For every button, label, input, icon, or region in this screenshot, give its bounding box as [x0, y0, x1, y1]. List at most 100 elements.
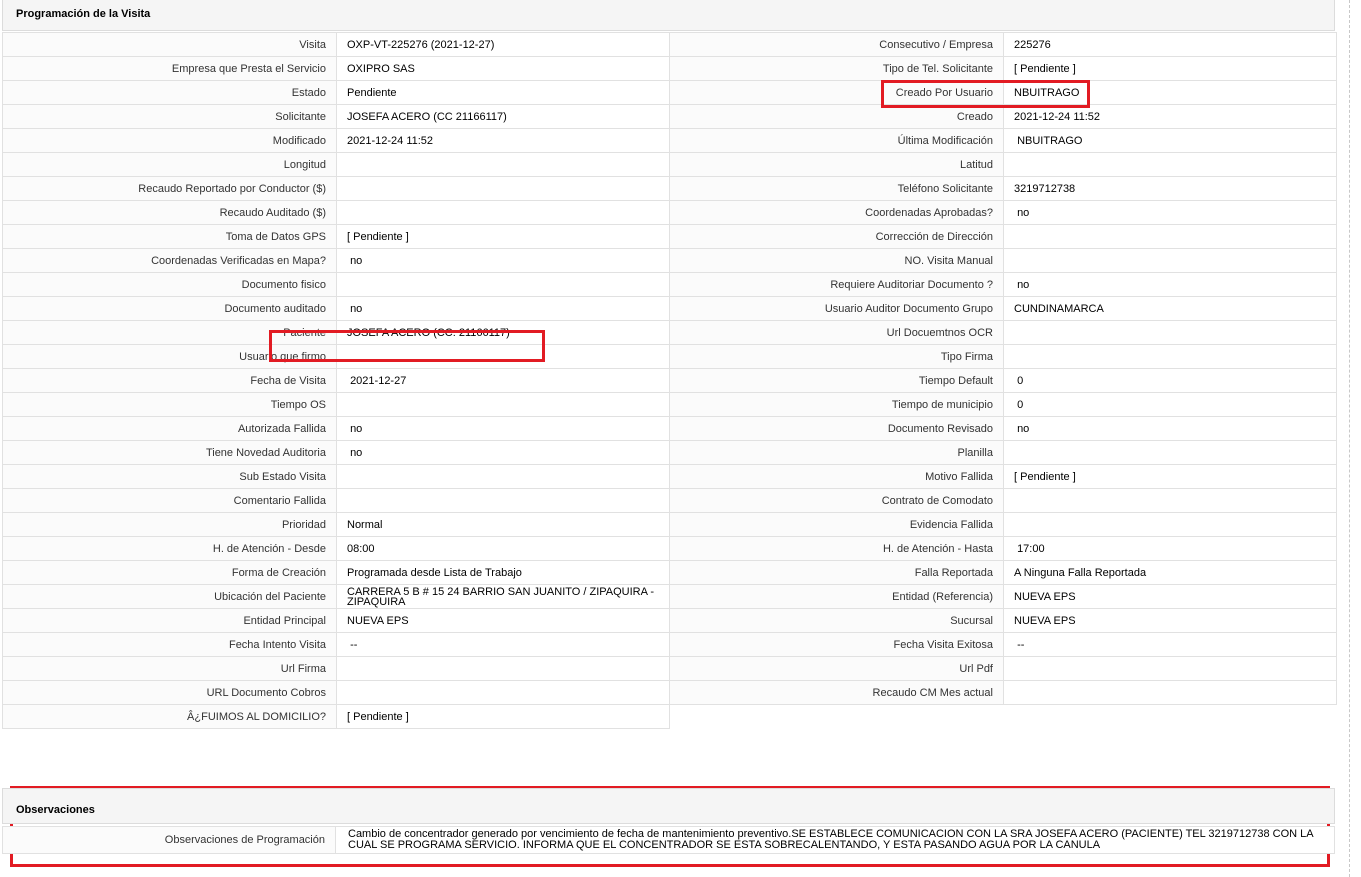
- field-value: [ Pendiente ]: [1003, 464, 1337, 489]
- field-label: Última Modificación: [669, 128, 1004, 153]
- field-label: Documento auditado: [2, 296, 337, 321]
- field-label: Evidencia Fallida: [669, 512, 1004, 537]
- field-value: OXIPRO SAS: [336, 56, 670, 81]
- table-row: Empresa que Presta el Servicio OXIPRO SAS…: [2, 56, 1337, 81]
- field-label: Ubicación del Paciente: [2, 584, 337, 609]
- field-value: [1003, 656, 1337, 681]
- field-label: Tipo de Tel. Solicitante: [669, 56, 1004, 81]
- field-value: 17:00: [1003, 536, 1337, 561]
- field-value: [336, 176, 670, 201]
- field-value: no: [336, 248, 670, 273]
- field-value: CUNDINAMARCA: [1003, 296, 1337, 321]
- empty-cell: [1004, 705, 1337, 729]
- observaciones-label: Observaciones de Programación: [3, 827, 336, 853]
- table-row: H. de Atención - Desde 08:00 H. de Atenció…: [2, 536, 1337, 561]
- field-value: [336, 344, 670, 369]
- field-value: no: [336, 440, 670, 465]
- table-row: Paciente JOSEFA ACERO (CC: 21166117) Url D…: [2, 320, 1337, 345]
- field-label: Fecha de Visita: [2, 368, 337, 393]
- field-label: Entidad (Referencia): [669, 584, 1004, 609]
- field-label: Estado: [2, 80, 337, 105]
- table-row: URL Documento Cobros Recaudo CM Mes actua…: [2, 680, 1337, 705]
- field-value: no: [336, 296, 670, 321]
- field-value: NBUITRAGO: [1003, 80, 1337, 105]
- field-value: [336, 680, 670, 705]
- field-value: 0: [1003, 392, 1337, 417]
- table-row: Toma de Datos GPS[ Pendiente ] Corrección…: [2, 224, 1337, 249]
- table-row: Fecha Intento Visita -- Fecha Visita Exit…: [2, 632, 1337, 657]
- table-row: Visita OXP-VT-225276 (2021-12-27) Consecut…: [2, 32, 1337, 57]
- field-label: Empresa que Presta el Servicio: [2, 56, 337, 81]
- field-label: Corrección de Dirección: [669, 224, 1004, 249]
- table-row: Forma de Creación Programada desde Lista …: [2, 560, 1337, 585]
- field-value: [1003, 488, 1337, 513]
- field-label: Usuario que firmo: [2, 344, 337, 369]
- field-label: Forma de Creación: [2, 560, 337, 585]
- field-value: NUEVA EPS: [1003, 608, 1337, 633]
- field-value: NBUITRAGO: [1003, 128, 1337, 153]
- table-row: Modificado 2021-12-24 11:52 Última Modific…: [2, 128, 1337, 153]
- table-row: Sub Estado Visita Motivo Fallida[ Pendien…: [2, 464, 1337, 489]
- field-value: [1003, 248, 1337, 273]
- field-label: Sub Estado Visita: [2, 464, 337, 489]
- table-row: Recaudo Auditado ($) Coordenadas Aprobada…: [2, 200, 1337, 225]
- field-label: Entidad Principal: [2, 608, 337, 633]
- field-label: Recaudo Auditado ($): [2, 200, 337, 225]
- field-label: H. de Atención - Desde: [2, 536, 337, 561]
- field-label: Toma de Datos GPS: [2, 224, 337, 249]
- visit-details-table: Visita OXP-VT-225276 (2021-12-27) Consecut…: [2, 32, 1337, 729]
- observaciones-header: Observaciones: [2, 788, 1335, 824]
- field-label: Solicitante: [2, 104, 337, 129]
- empty-cell: [670, 705, 1004, 729]
- field-value: JOSEFA ACERO (CC: 21166117): [336, 320, 670, 345]
- field-value: no: [336, 416, 670, 441]
- field-value: 0: [1003, 368, 1337, 393]
- field-label: Url Pdf: [669, 656, 1004, 681]
- table-row: Documento fisico Requiere Auditoriar Docu…: [2, 272, 1337, 297]
- field-value: NUEVA EPS: [336, 608, 670, 633]
- field-value: [1003, 680, 1337, 705]
- field-label: Autorizada Fallida: [2, 416, 337, 441]
- table-row: Longitud Latitud: [2, 152, 1337, 177]
- field-value: CARRERA 5 B # 15 24 BARRIO SAN JUANITO /…: [336, 584, 670, 609]
- field-label: Â¿FUIMOS AL DOMICILIO?: [2, 704, 337, 729]
- field-label: Fecha Visita Exitosa: [669, 632, 1004, 657]
- field-label: Tipo Firma: [669, 344, 1004, 369]
- table-row: Ubicación del Paciente CARRERA 5 B # 15 2…: [2, 584, 1337, 609]
- field-value: 2021-12-24 11:52: [336, 128, 670, 153]
- table-row: Documento auditado no Usuario Auditor Doc…: [2, 296, 1337, 321]
- table-row: Coordenadas Verificadas en Mapa? no NO. V…: [2, 248, 1337, 273]
- field-label: Modificado: [2, 128, 337, 153]
- field-label: Prioridad: [2, 512, 337, 537]
- table-row: Fecha de Visita 2021-12-27 Tiempo Default…: [2, 368, 1337, 393]
- field-label: Url Docuemtnos OCR: [669, 320, 1004, 345]
- field-label: URL Documento Cobros: [2, 680, 337, 705]
- field-value: OXP-VT-225276 (2021-12-27): [336, 32, 670, 57]
- observaciones-title: Observaciones: [16, 804, 95, 816]
- field-value: NUEVA EPS: [1003, 584, 1337, 609]
- field-label: Documento fisico: [2, 272, 337, 297]
- section-title: Programación de la Visita: [16, 8, 151, 20]
- page-edge-divider: [1349, 0, 1350, 877]
- field-value: [1003, 344, 1337, 369]
- field-value: [336, 488, 670, 513]
- field-label: Planilla: [669, 440, 1004, 465]
- table-row: Tiene Novedad Auditoria no Planilla: [2, 440, 1337, 465]
- field-value: 2021-12-27: [336, 368, 670, 393]
- field-label: Visita: [2, 32, 337, 57]
- field-value: Normal: [336, 512, 670, 537]
- field-label: Contrato de Comodato: [669, 488, 1004, 513]
- field-value: [1003, 320, 1337, 345]
- field-value: Programada desde Lista de Trabajo: [336, 560, 670, 585]
- table-row: Entidad Principal NUEVA EPS Sucursal NUEVA …: [2, 608, 1337, 633]
- table-row: Comentario Fallida Contrato de Comodato: [2, 488, 1337, 513]
- field-label: Tiempo Default: [669, 368, 1004, 393]
- field-value: [336, 464, 670, 489]
- field-value: [ Pendiente ]: [336, 224, 670, 249]
- field-label: Tiene Novedad Auditoria: [2, 440, 337, 465]
- field-label: Comentario Fallida: [2, 488, 337, 513]
- field-label: Tiempo OS: [2, 392, 337, 417]
- field-value: no: [1003, 416, 1337, 441]
- field-label: Recaudo CM Mes actual: [669, 680, 1004, 705]
- field-value: [336, 272, 670, 297]
